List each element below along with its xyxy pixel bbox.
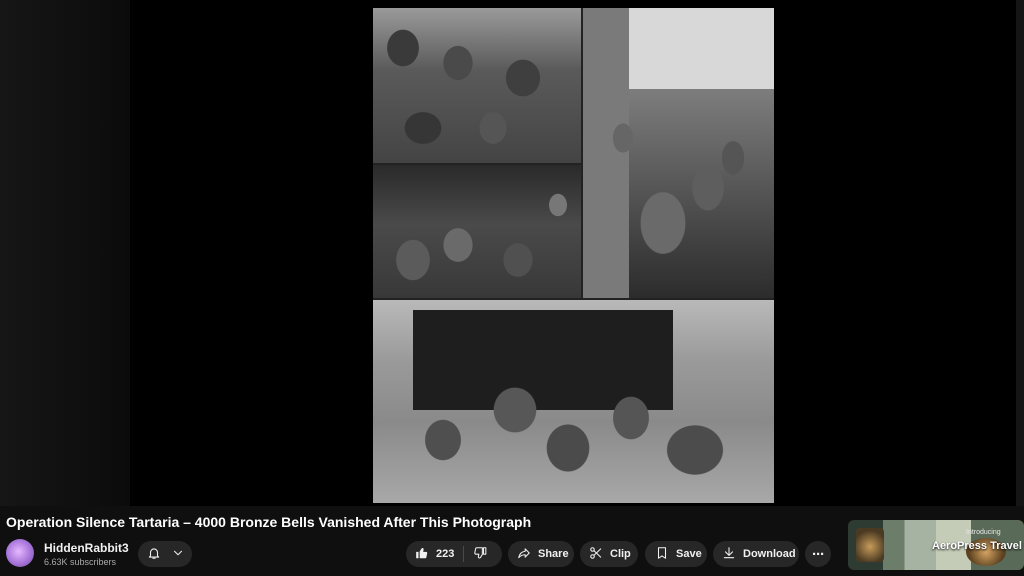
clip-label: Clip [610,548,631,560]
video-title: Operation Silence Tartaria – 4000 Bronze… [6,514,532,530]
photo-men-standing-behind-bells [373,300,774,503]
more-dots-icon: ··· [812,545,825,563]
thumbs-up-icon [415,546,429,563]
photo-rows-of-bells [583,8,774,298]
save-button[interactable]: Save [645,541,707,567]
share-label: Share [538,548,569,560]
thumbs-down-icon [473,546,487,563]
share-button[interactable]: Share [508,541,574,567]
sponsored-ad-card[interactable]: Introducing AeroPress Travel G [848,520,1024,570]
download-icon [722,546,736,563]
more-actions-button[interactable]: ··· [805,541,831,567]
subscriber-count: 6.63K subscribers [44,557,117,567]
save-label: Save [676,548,702,560]
chevron-down-icon [171,546,185,563]
download-label: Download [743,548,796,560]
dislike-button[interactable] [473,546,487,563]
video-content-photo-collage [373,8,774,503]
like-count: 223 [436,548,455,560]
notification-bell-button[interactable] [138,541,192,567]
ad-product-image [856,528,884,562]
photo-pile-of-bells [373,8,581,163]
channel-avatar[interactable] [6,539,34,567]
player-left-backdrop [0,0,130,506]
like-dislike-group: 223 [406,541,502,567]
ad-intro-text: Introducing [966,529,1001,536]
channel-name[interactable]: HiddenRabbit3 [44,541,129,555]
like-button[interactable]: 223 [415,546,454,563]
share-icon [517,546,531,563]
photo-workers-with-bells [373,165,581,298]
download-button[interactable]: Download [713,541,799,567]
clip-button[interactable]: Clip [580,541,638,567]
bell-icon [147,546,161,563]
like-divider [463,546,465,562]
player-right-edge [1016,0,1024,506]
ad-title: AeroPress Travel G [932,540,1024,552]
bookmark-icon [655,546,669,563]
scissors-icon [589,546,603,563]
video-player[interactable] [0,0,1024,506]
